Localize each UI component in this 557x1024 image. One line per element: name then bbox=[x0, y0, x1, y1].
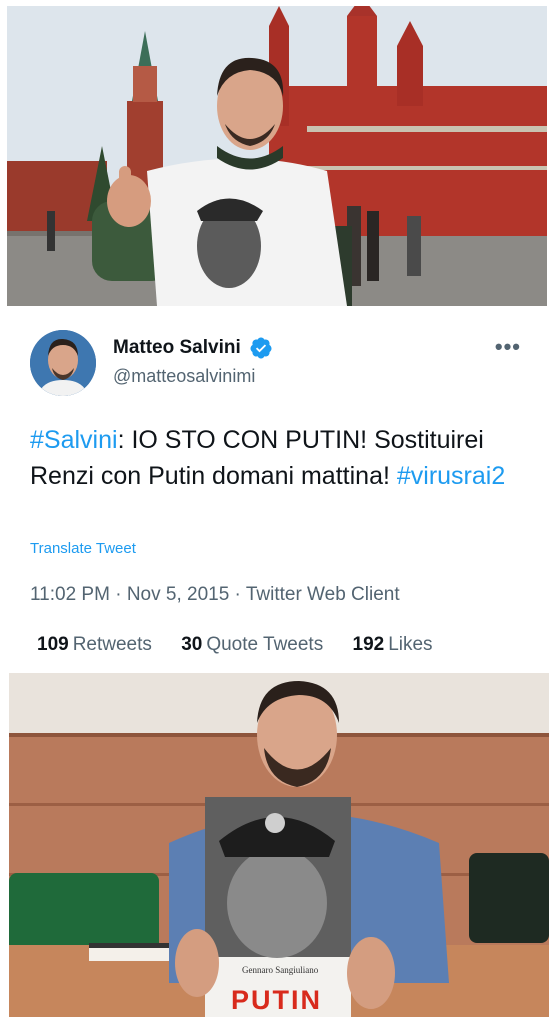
author-info: Matteo Salvini @matteosalvinimi bbox=[113, 336, 273, 387]
book-title: PUTIN bbox=[231, 985, 322, 1015]
likes-label: Likes bbox=[388, 634, 433, 655]
likes-stat[interactable]: 192 Likes bbox=[353, 634, 433, 656]
more-horizontal-icon[interactable]: ••• bbox=[495, 336, 521, 358]
tweet-time[interactable]: 11:02 PM bbox=[30, 584, 110, 605]
verified-badge-icon bbox=[250, 337, 272, 359]
quote-tweets-count: 30 bbox=[181, 634, 203, 655]
photo-salvini-red-square[interactable] bbox=[7, 6, 547, 306]
book-author: Gennaro Sangiuliano bbox=[242, 965, 319, 975]
tweet-client: Twitter Web Client bbox=[245, 584, 400, 605]
quote-tweets-stat[interactable]: 30 Quote Tweets bbox=[181, 634, 323, 656]
tweet-metadata: 11:02 PM · Nov 5, 2015 · Twitter Web Cli… bbox=[30, 584, 400, 606]
likes-count: 192 bbox=[352, 634, 385, 655]
separator: · bbox=[229, 584, 246, 605]
handle[interactable]: @matteosalvinimi bbox=[113, 366, 273, 387]
quote-tweets-label: Quote Tweets bbox=[206, 634, 324, 655]
photo-salvini-putin-book[interactable]: Gennaro Sangiuliano PUTIN bbox=[9, 673, 549, 1017]
tweet-stats: 109 Retweets 30 Quote Tweets 192 Likes bbox=[37, 634, 457, 656]
retweets-stat[interactable]: 109 Retweets bbox=[37, 634, 152, 656]
retweets-label: Retweets bbox=[72, 634, 152, 655]
display-name[interactable]: Matteo Salvini bbox=[113, 337, 241, 359]
hashtag-virusrai2[interactable]: #virusrai2 bbox=[397, 462, 505, 490]
avatar[interactable] bbox=[30, 330, 96, 396]
tweet-card: Matteo Salvini @matteosalvinimi ••• #Sal… bbox=[0, 306, 557, 672]
tweet-date[interactable]: Nov 5, 2015 bbox=[127, 584, 229, 605]
hashtag-salvini[interactable]: #Salvini bbox=[30, 426, 118, 454]
retweets-count: 109 bbox=[37, 634, 69, 655]
translate-tweet-link[interactable]: Translate Tweet bbox=[30, 540, 136, 557]
tweet-text: #Salvini: IO STO CON PUTIN! Sostituirei … bbox=[30, 422, 530, 494]
separator: · bbox=[109, 584, 127, 605]
